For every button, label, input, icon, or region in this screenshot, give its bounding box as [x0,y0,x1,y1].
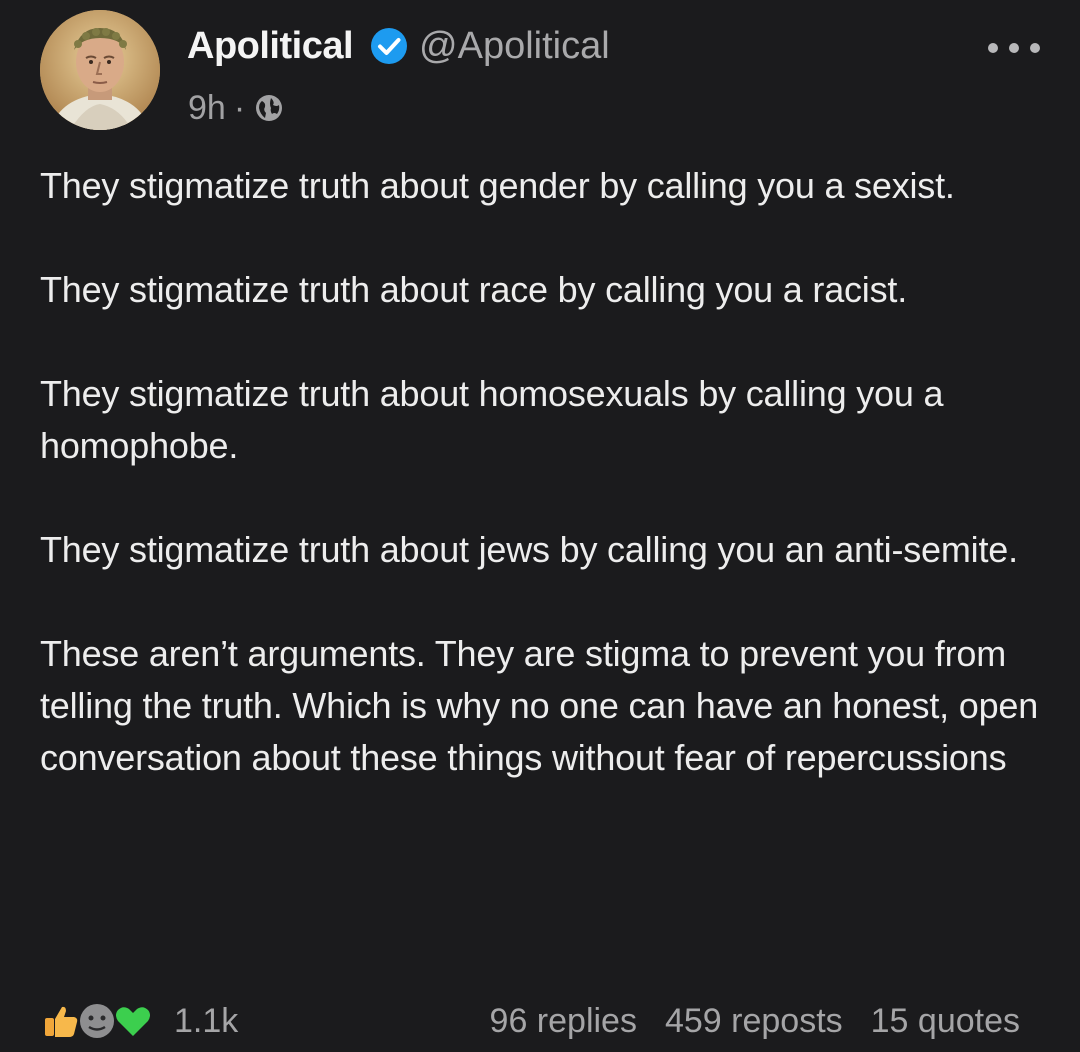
bust-portrait-icon [40,10,160,130]
replies-count[interactable]: 96 replies [490,1002,637,1041]
quotes-count[interactable]: 15 quotes [871,1002,1020,1041]
post-paragraph: They stigmatize truth about gender by ca… [40,165,955,206]
author-handle[interactable]: @Apolitical [419,25,610,68]
more-options-icon[interactable] [988,30,1040,66]
reactions-summary[interactable]: 1.1k [40,996,238,1046]
more-dot [1030,43,1040,53]
post-timestamp[interactable]: 9h [188,89,226,128]
globe-icon [253,92,285,124]
author-display-name[interactable]: Apolitical [187,25,354,68]
post-paragraph: These aren’t arguments. They are stigma … [40,633,1039,778]
post-footer: 1.1k 96 replies 459 reposts 15 quotes [40,996,1040,1046]
post-card: Apolitical @Apolitical 9h · They stigmat… [0,0,1080,1052]
post-paragraph: They stigmatize truth about homosexuals … [40,373,944,466]
post-paragraph: They stigmatize truth about race by call… [40,269,908,310]
engagement-stats: 96 replies 459 reposts 15 quotes [490,996,1020,1046]
reaction-count: 1.1k [174,1001,239,1040]
post-meta: 9h · [188,84,285,132]
author-line: Apolitical @Apolitical [187,18,610,74]
more-dot [988,43,998,53]
post-body: They stigmatize truth about gender by ca… [40,160,1040,784]
meta-separator: · [233,88,246,127]
green-heart-icon [112,1000,154,1042]
more-dot [1009,43,1019,53]
post-paragraph: They stigmatize truth about jews by call… [40,529,1018,570]
author-avatar[interactable] [40,10,160,130]
verified-badge-icon [369,26,409,66]
reposts-count[interactable]: 459 reposts [665,1002,843,1041]
